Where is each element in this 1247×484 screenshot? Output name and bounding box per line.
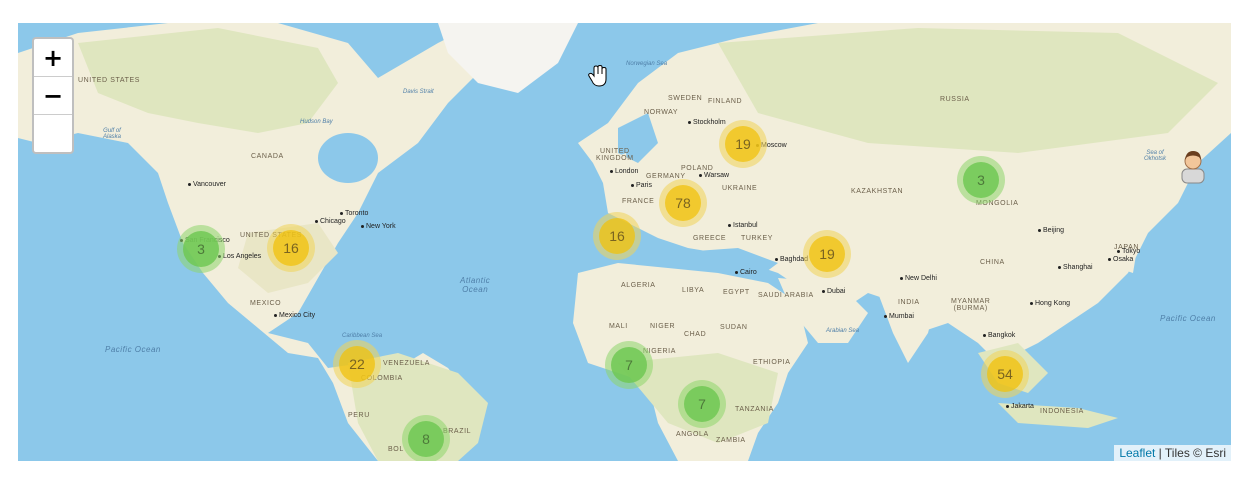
- cluster-marker-west-africa[interactable]: 7: [605, 341, 653, 389]
- tiles-attribution: Tiles © Esri: [1164, 446, 1226, 460]
- cluster-count: 54: [987, 356, 1023, 392]
- cluster-count: 3: [183, 231, 219, 267]
- cluster-marker-moscow[interactable]: 19: [719, 120, 767, 168]
- cluster-count: 7: [684, 386, 720, 422]
- zoom-in-button[interactable]: +: [34, 39, 72, 77]
- zoom-out-button[interactable]: −: [34, 77, 72, 115]
- cluster-count: 3: [963, 162, 999, 198]
- minus-icon: −: [42, 81, 64, 110]
- hand-cursor-icon: [588, 64, 608, 87]
- leaflet-link[interactable]: Leaflet: [1119, 446, 1155, 460]
- cluster-count: 16: [599, 218, 635, 254]
- cluster-count: 7: [611, 347, 647, 383]
- zoom-control-blank: [34, 115, 72, 152]
- cluster-marker-southeast-asia[interactable]: 54: [981, 350, 1029, 398]
- cluster-marker-iberia[interactable]: 16: [593, 212, 641, 260]
- plus-icon: +: [42, 43, 64, 72]
- cluster-marker-brazil[interactable]: 8: [402, 415, 450, 461]
- cluster-marker-europe[interactable]: 78: [659, 179, 707, 227]
- cluster-marker-west-us[interactable]: 3: [177, 225, 225, 273]
- cluster-marker-mongolia[interactable]: 3: [957, 156, 1005, 204]
- zoom-control: + −: [32, 37, 74, 154]
- attribution-separator: |: [1155, 446, 1165, 460]
- user-avatar-icon[interactable]: [1178, 147, 1208, 185]
- cluster-count: 78: [665, 185, 701, 221]
- cluster-marker-central-africa[interactable]: 7: [678, 380, 726, 428]
- cluster-count: 8: [408, 421, 444, 457]
- cluster-marker-caribbean[interactable]: 22: [333, 340, 381, 388]
- cluster-marker-central-us[interactable]: 16: [267, 224, 315, 272]
- cluster-count: 19: [809, 236, 845, 272]
- map-view[interactable]: UNITED STATES CANADA UNITED STATES MEXIC…: [18, 23, 1231, 461]
- cluster-count: 22: [339, 346, 375, 382]
- attribution: Leaflet | Tiles © Esri: [1114, 445, 1231, 461]
- cluster-count: 19: [725, 126, 761, 162]
- cluster-count: 16: [273, 230, 309, 266]
- cluster-marker-middle-east[interactable]: 19: [803, 230, 851, 278]
